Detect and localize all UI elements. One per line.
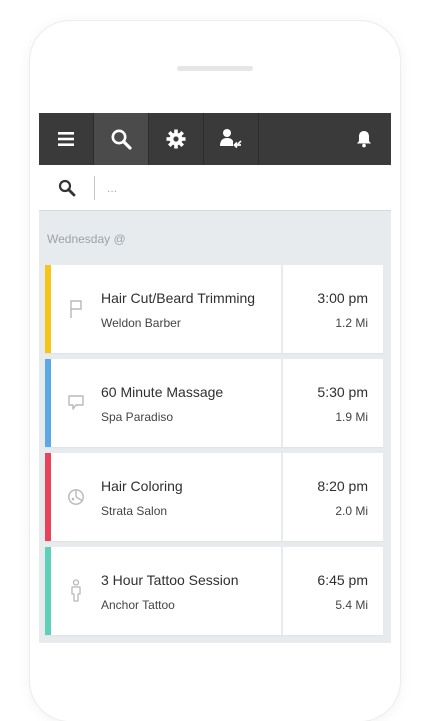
appointment-place: Weldon Barber bbox=[101, 316, 181, 330]
appointment-title: 60 Minute Massage bbox=[101, 384, 224, 400]
appointment-time: 6:45 pm bbox=[317, 572, 368, 588]
appointment-title: 3 Hour Tattoo Session bbox=[101, 572, 239, 588]
person-icon bbox=[71, 579, 81, 602]
category-icon-wrap bbox=[51, 547, 101, 635]
user-share-icon bbox=[220, 129, 242, 149]
category-icon-wrap bbox=[51, 265, 101, 353]
flag-icon bbox=[70, 300, 82, 318]
appointment-meta: 8:20 pm 2.0 Mi bbox=[283, 453, 383, 541]
appointment-meta: 3:00 pm 1.2 Mi bbox=[283, 265, 383, 353]
appointment-info: 3 Hour Tattoo Session Anchor Tattoo bbox=[101, 547, 281, 635]
appointment-distance: 5.4 Mi bbox=[335, 598, 368, 612]
bell-icon bbox=[356, 131, 371, 148]
menu-icon bbox=[58, 132, 74, 146]
appointment-card[interactable]: 3 Hour Tattoo Session Anchor Tattoo 6:45… bbox=[45, 547, 383, 635]
appointment-card[interactable]: 60 Minute Massage Spa Paradiso 5:30 pm 1… bbox=[45, 359, 383, 447]
appointment-time: 5:30 pm bbox=[317, 384, 368, 400]
chat-bubble-icon bbox=[68, 395, 84, 410]
search-input[interactable] bbox=[107, 180, 337, 195]
appointment-meta: 5:30 pm 1.9 Mi bbox=[283, 359, 383, 447]
settings-button[interactable] bbox=[149, 113, 204, 165]
appointment-time: 3:00 pm bbox=[317, 290, 368, 306]
appointment-card[interactable]: Hair Coloring Strata Salon 8:20 pm 2.0 M… bbox=[45, 453, 383, 541]
search-bar-icon-wrap bbox=[39, 165, 94, 211]
search-divider bbox=[94, 175, 95, 200]
search-icon bbox=[111, 129, 132, 150]
appointment-place: Strata Salon bbox=[101, 504, 168, 518]
app-screen: Wednesday @ Hair Cut/Beard Trimming Weld… bbox=[39, 113, 391, 643]
gear-icon bbox=[166, 129, 186, 149]
phone-speaker bbox=[177, 66, 253, 71]
palette-icon bbox=[68, 489, 84, 505]
search-bar bbox=[39, 165, 391, 211]
appointment-info: Hair Cut/Beard Trimming Weldon Barber bbox=[101, 265, 281, 353]
appointment-place: Anchor Tattoo bbox=[101, 598, 175, 612]
toolbar bbox=[39, 113, 391, 165]
notifications-button[interactable] bbox=[336, 113, 391, 165]
share-contact-button[interactable] bbox=[204, 113, 259, 165]
appointment-time: 8:20 pm bbox=[317, 478, 368, 494]
appointment-place: Spa Paradiso bbox=[101, 410, 174, 424]
appointment-meta: 6:45 pm 5.4 Mi bbox=[283, 547, 383, 635]
appointment-distance: 1.9 Mi bbox=[335, 410, 368, 424]
appointment-title: Hair Cut/Beard Trimming bbox=[101, 290, 256, 306]
category-icon-wrap bbox=[51, 453, 101, 541]
day-label: Wednesday @ bbox=[47, 232, 126, 246]
appointment-card[interactable]: Hair Cut/Beard Trimming Weldon Barber 3:… bbox=[45, 265, 383, 353]
appointment-list: Hair Cut/Beard Trimming Weldon Barber 3:… bbox=[45, 265, 383, 641]
category-icon-wrap bbox=[51, 359, 101, 447]
appointment-info: 60 Minute Massage Spa Paradiso bbox=[101, 359, 281, 447]
appointment-distance: 2.0 Mi bbox=[335, 504, 368, 518]
search-icon bbox=[58, 179, 75, 196]
appointment-info: Hair Coloring Strata Salon bbox=[101, 453, 281, 541]
search-tab-button[interactable] bbox=[94, 113, 149, 165]
appointment-distance: 1.2 Mi bbox=[335, 316, 368, 330]
menu-button[interactable] bbox=[39, 113, 94, 165]
appointment-title: Hair Coloring bbox=[101, 478, 183, 494]
